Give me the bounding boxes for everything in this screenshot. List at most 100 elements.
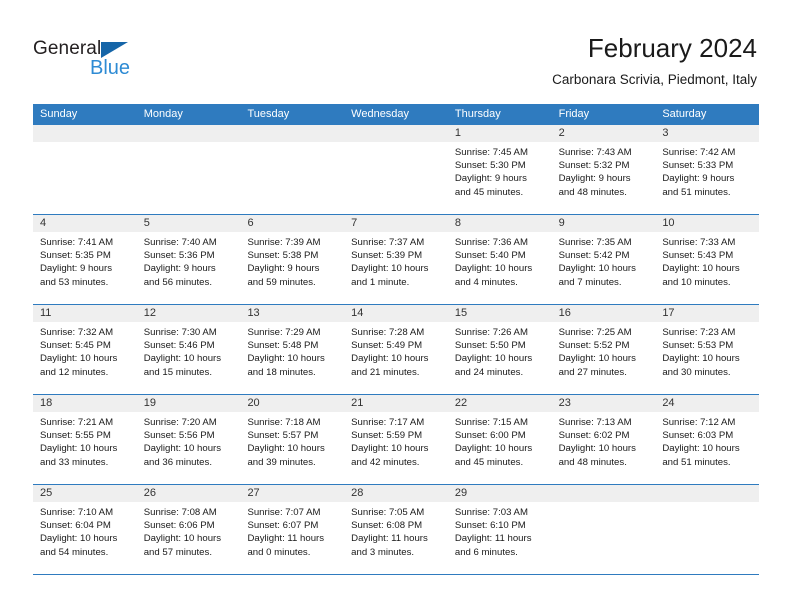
calendar-day-cell[interactable]: 1 Sunrise: 7:45 AM Sunset: 5:30 PM Daylight… [447,125,552,214]
sunrise-time: Sunrise: 7:10 AM [40,507,114,518]
sunrise-time: Sunrise: 7:26 AM [454,327,528,338]
day-details: Sunrise: 7:45 AM Sunset: 5:30 PM Daylight:… [448,142,552,199]
calendar-day-cell[interactable]: 7 Sunrise: 7:37 AM Sunset: 5:39 PM Daylight… [344,215,448,304]
sunrise-time: Sunrise: 7:18 AM [247,417,321,428]
calendar-day-cell[interactable]: 20 Sunrise: 7:18 AM Sunset: 5:57 PM Dayligh… [240,395,345,484]
day-number: 28 [344,485,448,502]
day-number: 3 [655,125,760,142]
day-number [655,485,760,502]
weekday-header-sunday: Sunday [40,108,78,120]
sunrise-time: Sunrise: 7:12 AM [662,417,736,428]
general-blue-logo[interactable]: General Blue [33,38,153,82]
calendar-day-cell[interactable]: 8 Sunrise: 7:36 AM Sunset: 5:40 PM Daylight… [447,215,552,304]
calendar-day-cell[interactable]: 13 Sunrise: 7:29 AM Sunset: 5:48 PM Dayligh… [240,305,345,394]
calendar-day-cell[interactable]: 4 Sunrise: 7:41 AM Sunset: 5:35 PM Daylight… [33,215,137,304]
sunset-time: Sunset: 6:02 PM [558,430,630,442]
calendar-day-cell[interactable]: 12 Sunrise: 7:30 AM Sunset: 5:46 PM Dayligh… [136,305,241,394]
daylight-duration-line1: Daylight: 10 hours [662,263,740,275]
day-details: Sunrise: 7:10 AM Sunset: 6:04 PM Daylight:… [33,502,137,559]
calendar-day-cell[interactable]: 24 Sunrise: 7:12 AM Sunset: 6:03 PM Dayligh… [655,395,760,484]
sunrise-time: Sunrise: 7:36 AM [454,237,528,248]
daylight-duration-line2: and 48 minutes. [558,186,627,198]
day-number: 11 [33,305,137,322]
day-number: 1 [447,125,552,142]
day-number: 2 [551,125,656,142]
weekday-header-monday: Monday [143,108,183,120]
calendar-day-cell[interactable]: 10 Sunrise: 7:33 AM Sunset: 5:43 PM Dayligh… [655,215,760,304]
calendar-day-cell[interactable]: 28 Sunrise: 7:05 AM Sunset: 6:08 PM Dayligh… [344,485,448,574]
day-details: Sunrise: 7:21 AM Sunset: 5:55 PM Daylight:… [33,412,137,469]
sunset-time: Sunset: 5:33 PM [662,160,734,172]
calendar-day-cell[interactable]: 17 Sunrise: 7:23 AM Sunset: 5:53 PM Dayligh… [655,305,760,394]
calendar-day-cell[interactable]: 14 Sunrise: 7:28 AM Sunset: 5:49 PM Dayligh… [344,305,448,394]
sunrise-time: Sunrise: 7:20 AM [143,417,217,428]
calendar-day-cell[interactable]: 29 Sunrise: 7:03 AM Sunset: 6:10 PM Dayligh… [447,485,552,574]
weekday-header-friday: Friday [558,108,590,120]
sunrise-time: Sunrise: 7:25 AM [558,327,632,338]
sunrise-time: Sunrise: 7:23 AM [662,327,736,338]
day-details: Sunrise: 7:32 AM Sunset: 5:45 PM Daylight:… [33,322,137,379]
sunrise-time: Sunrise: 7:43 AM [558,147,632,158]
sunrise-time: Sunrise: 7:05 AM [351,507,425,518]
daylight-duration-line2: and 45 minutes. [454,186,524,198]
daylight-duration-line1: Daylight: 10 hours [558,443,636,455]
sunset-time: Sunset: 6:00 PM [454,430,526,442]
daylight-duration-line2: and 51 minutes. [662,456,731,468]
daylight-duration-line2: and 53 minutes. [40,276,109,288]
page-subtitle: Carbonara Scrivia, Piedmont, Italy [552,72,757,87]
daylight-duration-line2: and 39 minutes. [247,456,316,468]
sunset-time: Sunset: 5:30 PM [454,160,526,172]
daylight-duration-line1: Daylight: 10 hours [40,353,118,365]
calendar-day-cell[interactable]: 19 Sunrise: 7:20 AM Sunset: 5:56 PM Dayligh… [136,395,241,484]
calendar-day-cell[interactable]: 3 Sunrise: 7:42 AM Sunset: 5:33 PM Daylight… [655,125,760,214]
calendar-week-row: 1 Sunrise: 7:45 AM Sunset: 5:30 PM Daylight… [33,125,760,215]
calendar-day-cell[interactable]: 15 Sunrise: 7:26 AM Sunset: 5:50 PM Dayligh… [447,305,552,394]
day-details: Sunrise: 7:30 AM Sunset: 5:46 PM Daylight:… [137,322,241,379]
calendar-day-cell[interactable]: 22 Sunrise: 7:15 AM Sunset: 6:00 PM Dayligh… [447,395,552,484]
day-details: Sunrise: 7:41 AM Sunset: 5:35 PM Daylight:… [33,232,137,289]
daylight-duration-line2: and 10 minutes. [662,276,731,288]
sunrise-time: Sunrise: 7:17 AM [351,417,425,428]
sunset-time: Sunset: 5:48 PM [247,340,319,352]
sunrise-time: Sunrise: 7:21 AM [40,417,114,428]
day-details: Sunrise: 7:17 AM Sunset: 5:59 PM Daylight:… [344,412,448,469]
calendar-day-cell[interactable]: 11 Sunrise: 7:32 AM Sunset: 5:45 PM Dayligh… [33,305,137,394]
calendar-day-cell[interactable]: 16 Sunrise: 7:25 AM Sunset: 5:52 PM Dayligh… [551,305,656,394]
weekday-header-thursday: Thursday [454,108,501,120]
day-number: 14 [344,305,448,322]
calendar-day-cell[interactable]: 27 Sunrise: 7:07 AM Sunset: 6:07 PM Dayligh… [240,485,345,574]
daylight-duration-line2: and 1 minute. [351,276,410,288]
day-details: Sunrise: 7:36 AM Sunset: 5:40 PM Daylight:… [448,232,552,289]
calendar-day-cell[interactable]: 6 Sunrise: 7:39 AM Sunset: 5:38 PM Daylight… [240,215,345,304]
sunset-time: Sunset: 5:56 PM [143,430,215,442]
calendar-day-cell[interactable]: 2 Sunrise: 7:43 AM Sunset: 5:32 PM Daylight… [551,125,656,214]
day-details: Sunrise: 7:39 AM Sunset: 5:38 PM Daylight:… [240,232,344,289]
sunrise-time: Sunrise: 7:35 AM [558,237,632,248]
sunset-time: Sunset: 6:06 PM [143,520,215,532]
calendar-day-cell[interactable]: 21 Sunrise: 7:17 AM Sunset: 5:59 PM Dayligh… [344,395,448,484]
sunrise-time: Sunrise: 7:45 AM [454,147,528,158]
daylight-duration-line1: Daylight: 10 hours [454,353,533,365]
day-number: 27 [240,485,345,502]
daylight-duration-line2: and 33 minutes. [40,456,109,468]
day-number: 7 [344,215,448,232]
daylight-duration-line2: and 0 minutes. [247,546,311,558]
sunrise-time: Sunrise: 7:40 AM [143,237,217,248]
sunset-time: Sunset: 5:32 PM [558,160,630,172]
day-details: Sunrise: 7:03 AM Sunset: 6:10 PM Daylight:… [448,502,552,559]
sunrise-time: Sunrise: 7:39 AM [247,237,321,248]
day-number: 16 [551,305,656,322]
day-number: 4 [33,215,137,232]
calendar-day-cell[interactable]: 9 Sunrise: 7:35 AM Sunset: 5:42 PM Daylight… [551,215,656,304]
calendar-day-cell[interactable]: 23 Sunrise: 7:13 AM Sunset: 6:02 PM Dayligh… [551,395,656,484]
calendar-day-cell[interactable]: 18 Sunrise: 7:21 AM Sunset: 5:55 PM Dayligh… [33,395,137,484]
sunset-time: Sunset: 6:04 PM [40,520,111,532]
day-number [33,125,137,142]
daylight-duration-line2: and 15 minutes. [143,366,212,378]
sunset-time: Sunset: 5:53 PM [662,340,734,352]
calendar-day-cell[interactable]: 25 Sunrise: 7:10 AM Sunset: 6:04 PM Dayligh… [33,485,137,574]
day-details: Sunrise: 7:18 AM Sunset: 5:57 PM Daylight:… [240,412,344,469]
daylight-duration-line2: and 48 minutes. [558,456,627,468]
calendar-day-cell[interactable]: 26 Sunrise: 7:08 AM Sunset: 6:06 PM Dayligh… [136,485,241,574]
calendar-day-cell[interactable]: 5 Sunrise: 7:40 AM Sunset: 5:36 PM Daylight… [136,215,241,304]
